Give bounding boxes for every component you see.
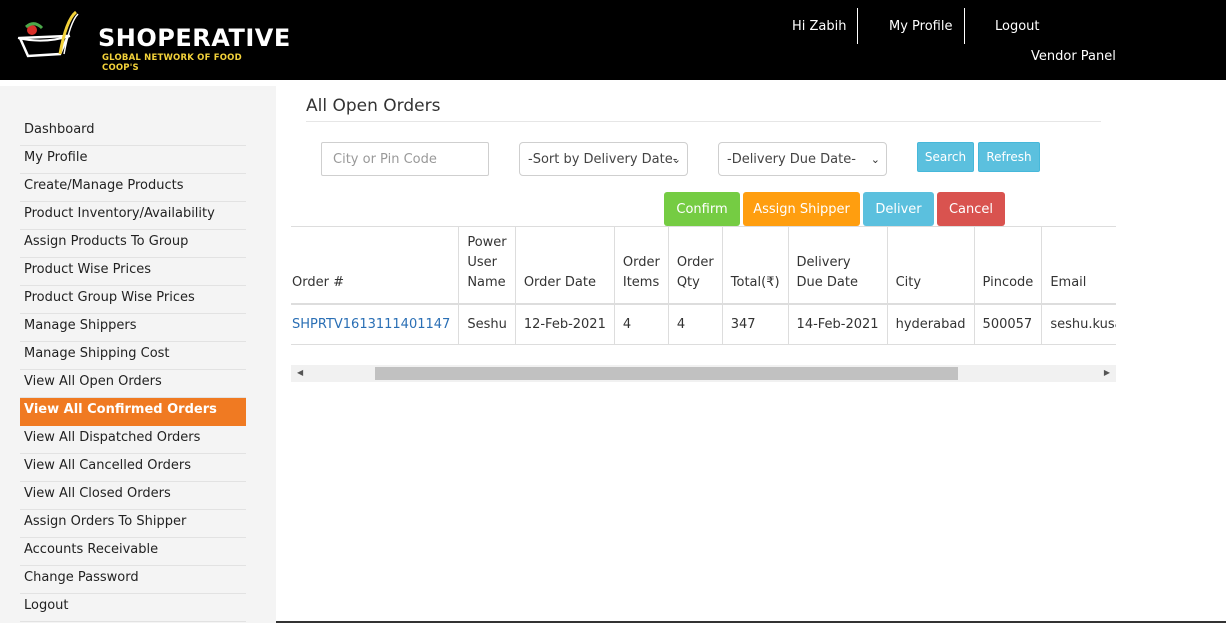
sidebar-item-my-profile[interactable]: My Profile	[20, 146, 246, 174]
col-order-qty[interactable]: Order Qty	[668, 227, 723, 305]
col-order-date[interactable]: Order Date	[515, 227, 615, 305]
order-items-cell: 4	[614, 304, 669, 345]
col-total[interactable]: Total(₹)	[722, 227, 789, 305]
scrollbar-thumb[interactable]	[375, 367, 958, 380]
due-date-select-value: -Delivery Due Date-	[727, 151, 856, 167]
sidebar-item-change-password[interactable]: Change Password	[20, 566, 246, 594]
sidebar-item-view-all-confirmed-orders[interactable]: View All Confirmed Orders	[20, 398, 246, 426]
order-qty-cell: 4	[668, 304, 723, 345]
brand-title: SHOPERATIVE	[98, 24, 291, 52]
search-button[interactable]: Search	[917, 142, 974, 172]
col-order-items[interactable]: Order Items	[614, 227, 669, 305]
sidebar-item-view-all-open-orders[interactable]: View All Open Orders	[20, 370, 246, 398]
confirm-button[interactable]: Confirm	[664, 192, 740, 226]
col-power-user-name[interactable]: Power User Name	[458, 227, 516, 305]
sidebar-item-create-manage-products[interactable]: Create/Manage Products	[20, 174, 246, 202]
sort-select-value: -Sort by Delivery Date-	[528, 151, 678, 167]
sidebar-menu: Dashboard My Profile Create/Manage Product…	[20, 118, 246, 622]
deliver-button[interactable]: Deliver	[863, 192, 934, 226]
order-date-cell: 12-Feb-2021	[515, 304, 615, 345]
col-delivery-due-date[interactable]: Delivery Due Date	[788, 227, 888, 305]
sidebar-item-product-inventory-availability[interactable]: Product Inventory/Availability	[20, 202, 246, 230]
delivery-due-date-select[interactable]: -Delivery Due Date- ⌄	[718, 142, 887, 176]
cancel-button[interactable]: Cancel	[937, 192, 1005, 226]
refresh-button[interactable]: Refresh	[978, 142, 1040, 172]
sidebar-item-view-all-closed-orders[interactable]: View All Closed Orders	[20, 482, 246, 510]
due-date-cell: 14-Feb-2021	[788, 304, 888, 345]
sidebar-item-product-group-wise-prices[interactable]: Product Group Wise Prices	[20, 286, 246, 314]
table-row: SHPRTV1613111401147 Seshu 12-Feb-2021 4 …	[291, 304, 1116, 345]
order-number-link[interactable]: SHPRTV1613111401147	[292, 317, 450, 332]
col-pincode[interactable]: Pincode	[974, 227, 1043, 305]
header-divider	[964, 8, 965, 44]
horizontal-scrollbar[interactable]: ◀ ▶	[291, 365, 1116, 382]
title-divider	[306, 121, 1101, 122]
sidebar-item-view-all-cancelled-orders[interactable]: View All Cancelled Orders	[20, 454, 246, 482]
sidebar-item-accounts-receivable[interactable]: Accounts Receivable	[20, 538, 246, 566]
assign-shipper-button[interactable]: Assign Shipper	[743, 192, 860, 226]
city-pincode-input[interactable]	[321, 142, 489, 176]
email-cell: seshu.kusa	[1041, 304, 1116, 345]
total-cell: 347	[722, 304, 789, 345]
sidebar-item-view-all-dispatched-orders[interactable]: View All Dispatched Orders	[20, 426, 246, 454]
sidebar-item-assign-orders-to-shipper[interactable]: Assign Orders To Shipper	[20, 510, 246, 538]
sidebar-item-manage-shippers[interactable]: Manage Shippers	[20, 314, 246, 342]
sidebar-item-dashboard[interactable]: Dashboard	[20, 118, 246, 146]
header-my-profile-link[interactable]: My Profile	[889, 8, 952, 44]
header-divider	[857, 8, 858, 44]
top-header: SHOPERATIVE GLOBAL NETWORK OF FOOD COOP'…	[0, 0, 1226, 80]
sidebar-item-product-wise-prices[interactable]: Product Wise Prices	[20, 258, 246, 286]
vendor-panel-label: Vendor Panel	[1031, 49, 1116, 64]
sidebar-item-manage-shipping-cost[interactable]: Manage Shipping Cost	[20, 342, 246, 370]
chevron-down-icon: ⌄	[870, 153, 880, 166]
col-city[interactable]: City	[887, 227, 975, 305]
scroll-right-arrow-icon[interactable]: ▶	[1104, 368, 1110, 377]
orders-table-container: Order # Power User Name Order Date Order…	[291, 226, 1116, 346]
orders-table: Order # Power User Name Order Date Order…	[291, 227, 1116, 345]
basket-logo-icon	[17, 10, 79, 58]
table-header-row: Order # Power User Name Order Date Order…	[291, 227, 1116, 305]
chevron-down-icon: ⌄	[671, 153, 681, 166]
sort-by-delivery-date-select[interactable]: -Sort by Delivery Date- ⌄	[519, 142, 688, 176]
order-number-cell[interactable]: SHPRTV1613111401147	[291, 304, 460, 345]
scroll-left-arrow-icon[interactable]: ◀	[297, 368, 303, 377]
col-email[interactable]: Email	[1041, 227, 1116, 305]
sidebar-item-assign-products-to-group[interactable]: Assign Products To Group	[20, 230, 246, 258]
power-user-cell: Seshu	[458, 304, 516, 345]
sidebar: Dashboard My Profile Create/Manage Product…	[0, 86, 276, 623]
greeting-text: Hi Zabih	[792, 18, 847, 34]
col-order-no[interactable]: Order #	[291, 227, 460, 305]
brand-subtitle: GLOBAL NETWORK OF FOOD COOP'S	[102, 53, 242, 73]
header-logout-link[interactable]: Logout	[995, 8, 1040, 44]
pincode-cell: 500057	[974, 304, 1043, 345]
sidebar-item-logout[interactable]: Logout	[20, 594, 246, 622]
brand-logo[interactable]: SHOPERATIVE GLOBAL NETWORK OF FOOD COOP'…	[14, 10, 290, 73]
city-cell: hyderabad	[887, 304, 975, 345]
page-title: All Open Orders	[306, 96, 441, 116]
